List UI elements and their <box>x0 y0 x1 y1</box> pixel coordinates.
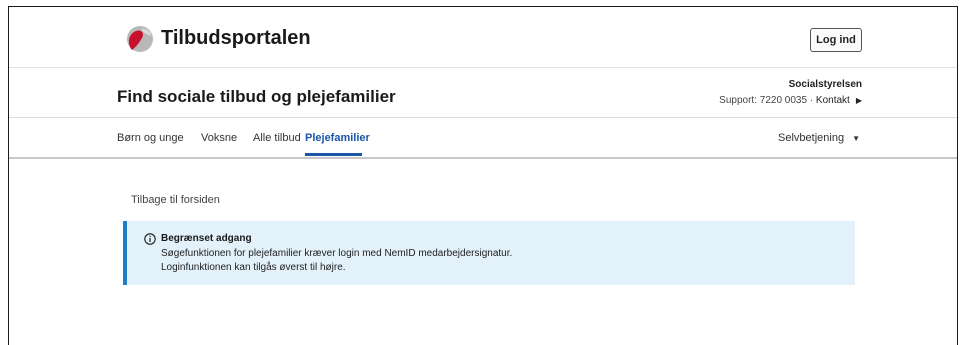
site-header: Tilbudsportalen Log ind <box>9 7 957 68</box>
main-navigation: Børn og unge Voksne Alle tilbud Plejefam… <box>9 117 957 159</box>
triangle-right-icon[interactable]: ▶ <box>856 96 862 105</box>
active-tab-indicator <box>305 153 362 156</box>
caret-down-icon[interactable]: ▼ <box>852 134 860 143</box>
browser-frame: Tilbudsportalen Log ind Find sociale til… <box>8 6 958 345</box>
selfservice-menu[interactable]: Selvbetjening ▼ <box>778 132 860 144</box>
brand-name[interactable]: Tilbudsportalen <box>161 27 311 50</box>
selfservice-label[interactable]: Selvbetjening <box>778 132 844 144</box>
page-title: Find sociale tilbud og plejefamilier <box>117 87 396 106</box>
restricted-access-alert: Begrænset adgang Søgefunktionen for plej… <box>123 221 855 285</box>
contact-link[interactable]: Kontakt <box>816 95 850 106</box>
alert-message-line2: Loginfunktionen kan tilgås øverst til hø… <box>161 262 346 273</box>
support-info: Support: 7220 0035 · Kontakt ▶ <box>719 95 862 106</box>
nav-item-voksne[interactable]: Voksne <box>201 132 237 144</box>
nav-item-plejefamilier[interactable]: Plejefamilier <box>305 132 370 144</box>
tilbudsportalen-logo-icon[interactable] <box>125 24 155 54</box>
info-icon <box>144 233 156 245</box>
nav-item-born-og-unge[interactable]: Børn og unge <box>117 132 184 144</box>
alert-message-line1: Søgefunktionen for plejefamilier kræver … <box>161 248 513 259</box>
support-text: Support: 7220 0035 · <box>719 95 816 106</box>
alert-title: Begrænset adgang <box>161 233 252 244</box>
back-to-frontpage-link[interactable]: Tilbage til forsiden <box>131 194 220 206</box>
nav-item-alle-tilbud[interactable]: Alle tilbud <box>253 132 301 144</box>
organization-name: Socialstyrelsen <box>788 79 862 90</box>
login-button[interactable]: Log ind <box>810 28 862 52</box>
title-bar: Find sociale tilbud og plejefamilier Soc… <box>9 67 957 118</box>
